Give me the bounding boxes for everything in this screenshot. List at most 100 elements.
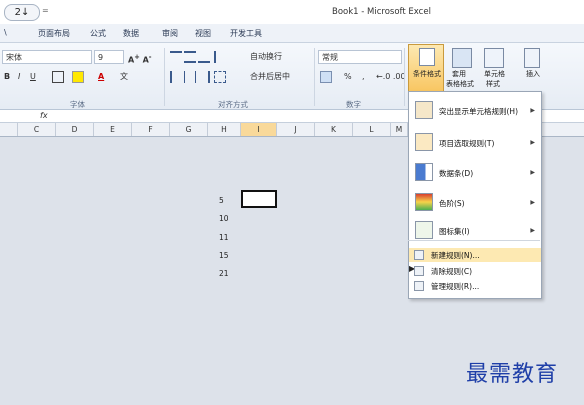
chevron-right-icon: ▶ [530, 227, 535, 234]
chevron-right-icon: ▶ [530, 107, 535, 114]
font-name-select[interactable]: 宋体 [2, 50, 92, 64]
menu-item-label: 图标集(I) [439, 227, 470, 236]
menu-item-label: 清除规则(C) [431, 267, 473, 276]
conditional-format-button[interactable]: 条件格式 [408, 44, 444, 96]
col-header-e[interactable]: E [94, 123, 132, 136]
tab-formulas[interactable]: 公式 [90, 28, 106, 39]
menu-item-data-bars[interactable]: 数据条(D) ▶ [409, 158, 541, 186]
cell-value[interactable]: 10 [219, 214, 229, 223]
separator [404, 48, 405, 106]
menu-item-label: 管理规则(R)... [431, 282, 480, 291]
menu-item-clear-rules[interactable]: 清除规则(C) ▶ [409, 264, 541, 278]
separator [164, 48, 165, 106]
number-format-select[interactable]: 常规 [318, 50, 402, 64]
col-header-l[interactable]: L [353, 123, 391, 136]
grow-font-button[interactable]: A+ A- [128, 50, 152, 68]
chevron-right-icon: ▶ [530, 169, 535, 176]
italic-button[interactable]: I [18, 70, 20, 84]
phonetic-icon[interactable]: 文 [120, 70, 128, 84]
align-center-icon[interactable] [184, 71, 196, 83]
cell-value[interactable]: 11 [219, 233, 229, 242]
group-label-number: 数字 [346, 100, 361, 109]
group-label-alignment: 对齐方式 [218, 100, 248, 109]
percent-button[interactable]: % [344, 70, 352, 84]
conditional-format-label: 条件格式 [413, 70, 441, 78]
active-cell[interactable] [241, 190, 277, 208]
gridline [315, 137, 316, 405]
underline-button[interactable]: U [30, 70, 36, 84]
gridline [277, 137, 278, 405]
row-header-corner[interactable] [0, 123, 18, 136]
menu-item-top-bottom[interactable]: 项目选取规则(T) ▶ [409, 128, 541, 156]
group-label-font: 字体 [70, 100, 85, 109]
col-header-m[interactable]: M [391, 123, 408, 136]
indent-icon[interactable] [214, 71, 226, 83]
merge-center-button[interactable]: 合并后居中 [250, 70, 290, 84]
menu-item-manage-rules[interactable]: 管理规则(R)... [409, 279, 541, 293]
border-icon[interactable] [52, 71, 64, 83]
align-right-icon[interactable] [198, 71, 210, 83]
tab-review[interactable]: 审阅 [162, 28, 178, 39]
gridline [18, 137, 19, 405]
tab-developer[interactable]: 开发工具 [230, 28, 262, 39]
quick-access-sort-button[interactable]: 2↓ [4, 4, 40, 21]
title-bar [0, 0, 584, 25]
fx-icon[interactable]: fx [40, 111, 48, 120]
col-header-g[interactable]: G [170, 123, 208, 136]
cell-value[interactable]: 21 [219, 269, 229, 278]
insert-cells-icon[interactable] [524, 48, 540, 68]
chevron-right-icon: ▶ [530, 199, 535, 206]
apply-label: 套用 [452, 70, 466, 78]
insert-label: 插入 [526, 70, 540, 78]
col-header-h[interactable]: H [208, 123, 241, 136]
align-left-icon[interactable] [170, 71, 182, 83]
menu-item-label: 色阶(S) [439, 199, 465, 208]
chevron-right-icon: ▶ [530, 139, 535, 146]
highlight-rules-icon [415, 101, 433, 119]
wrap-text-button[interactable]: 自动换行 [250, 50, 282, 64]
menu-item-label: 突出显示单元格规则(H) [439, 107, 518, 116]
col-header-j[interactable]: J [277, 123, 315, 136]
gridline [132, 137, 133, 405]
align-middle-icon[interactable] [184, 51, 196, 63]
separator [314, 48, 315, 106]
menu-item-label: 项目选取规则(T) [439, 139, 495, 148]
fill-color-icon[interactable] [72, 71, 84, 83]
font-color-icon[interactable]: A [98, 70, 104, 84]
decimal-buttons[interactable]: ←.0 .00 [376, 70, 406, 84]
table-format-icon[interactable] [452, 48, 472, 68]
col-header-i[interactable]: I [241, 123, 277, 136]
tab-data[interactable]: 数据 [123, 28, 139, 39]
orientation-icon[interactable] [214, 51, 226, 63]
gridline [208, 137, 209, 405]
align-top-icon[interactable] [170, 51, 182, 63]
gridline [241, 137, 242, 405]
tab-home[interactable]: \ [4, 28, 7, 37]
currency-icon[interactable] [320, 71, 332, 83]
data-bars-icon [415, 163, 433, 181]
cell-value[interactable]: 15 [219, 251, 229, 260]
new-rule-icon [414, 250, 424, 260]
quick-access-dropdown-icon[interactable]: = [42, 6, 49, 15]
col-header-d[interactable]: D [56, 123, 94, 136]
menu-item-highlight-rules[interactable]: 突出显示单元格规则(H) ▶ [409, 96, 541, 124]
conditional-format-icon [419, 48, 435, 66]
ribbon-tabs: \ 页面布局 公式 数据 审阅 视图 开发工具 [0, 24, 584, 43]
tab-page-layout[interactable]: 页面布局 [38, 28, 70, 39]
cell-value[interactable]: 5 [219, 196, 224, 205]
col-header-f[interactable]: F [132, 123, 170, 136]
icon-sets-icon [415, 221, 433, 239]
comma-button[interactable]: , [362, 70, 365, 84]
col-header-c[interactable]: C [18, 123, 56, 136]
gridline [94, 137, 95, 405]
bold-button[interactable]: B [4, 70, 10, 84]
font-size-select[interactable]: 9 [94, 50, 124, 64]
menu-item-new-rule[interactable]: 新建规则(N)... [409, 248, 541, 262]
gridline [56, 137, 57, 405]
tab-view[interactable]: 视图 [195, 28, 211, 39]
col-header-k[interactable]: K [315, 123, 353, 136]
menu-item-color-scale[interactable]: 色阶(S) ▶ [409, 188, 541, 216]
style-label: 样式 [486, 80, 500, 88]
align-bottom-icon[interactable] [198, 51, 210, 63]
cell-style-icon[interactable] [484, 48, 504, 68]
